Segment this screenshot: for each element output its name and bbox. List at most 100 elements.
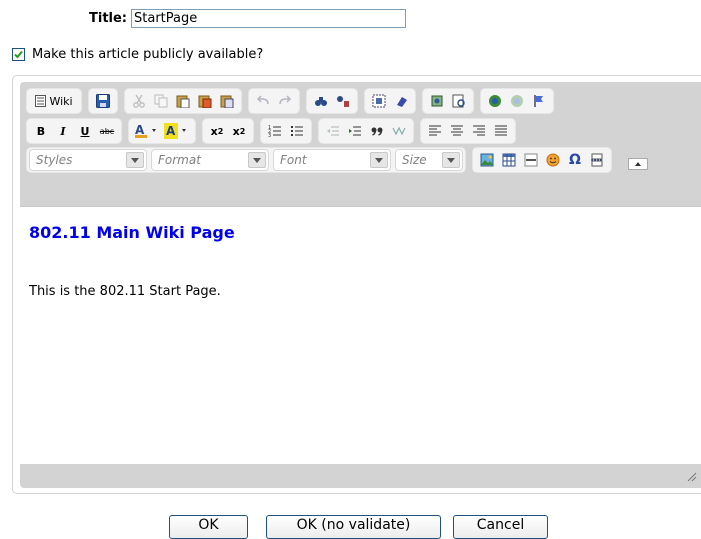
size-combo[interactable]: Size [395,149,463,171]
svg-text:3: 3 [268,133,271,138]
maximize-button[interactable] [427,91,447,111]
paste-text-button[interactable] [195,91,215,111]
align-left-icon [429,125,441,136]
title-label: Title: [89,10,128,26]
toolbar-group-history [248,88,300,114]
underline-button[interactable]: U [75,121,95,141]
align-right-button[interactable] [469,121,489,141]
anchor-button[interactable] [529,91,549,111]
unlink-button[interactable] [507,91,527,111]
toolbar-group-insert: Ω [472,147,612,173]
ok-no-validate-button[interactable]: OK (no validate) [266,515,441,539]
editor-frame: Wiki B I U abc A A x 2 x 2 1 2 3 Styles … [20,82,701,488]
align-left-button[interactable] [425,121,445,141]
text-color-button[interactable]: A [133,121,161,141]
toolbar-group-colors: A A [128,118,196,144]
bold-button[interactable]: B [31,121,51,141]
find-replace-icon [337,96,349,107]
toolbar-row-3: Styles Format Font Size Ω [26,146,649,174]
superscript-button[interactable]: x2 [229,121,249,141]
unlink-icon [511,95,523,107]
chevron-down-icon [442,152,460,168]
italic-button[interactable]: I [53,121,73,141]
numbered-list-button[interactable]: 123 [265,121,285,141]
replace-button[interactable] [333,91,353,111]
link-button[interactable] [485,91,505,111]
resize-grip-icon[interactable] [685,470,697,482]
flag-icon [534,95,543,107]
strike-button[interactable]: abc [97,121,117,141]
align-center-button[interactable] [447,121,467,141]
paste-word-button[interactable] [217,91,237,111]
public-checkbox-label: Make this article publicly available? [32,47,264,62]
svg-text:A: A [135,123,145,137]
public-checkbox-row[interactable]: Make this article publicly available? [12,47,263,62]
svg-text:A: A [166,124,176,138]
page-break-button[interactable] [587,150,607,170]
paste-button[interactable] [173,91,193,111]
wiki-button-label: Wiki [49,94,73,108]
smiley-button[interactable] [543,150,563,170]
toolbar-group-combos: Styles Format Font Size [26,147,466,173]
cut-button[interactable] [129,91,149,111]
toolbar-group-select [364,88,416,114]
background-color-button[interactable]: A [163,121,191,141]
redo-button[interactable] [275,91,295,111]
preview-button[interactable] [449,91,469,111]
image-icon [480,153,494,167]
select-all-button[interactable] [369,91,389,111]
background-color-icon: A [164,123,186,139]
toolbar-group-links [480,88,554,114]
collapse-toolbar-button[interactable] [628,158,648,170]
bulleted-list-button[interactable] [287,121,307,141]
div-container-button[interactable] [389,121,409,141]
toolbar-group-basic: B I U abc [26,118,122,144]
styles-combo-label: Styles [36,153,73,167]
wiki-page-icon [35,95,47,107]
find-button[interactable] [311,91,331,111]
copy-button[interactable] [151,91,171,111]
chevron-up-icon [635,162,641,166]
horizontal-rule-icon [524,153,538,167]
redo-icon [279,95,292,105]
align-right-icon [473,125,485,136]
format-combo-label: Format [158,153,201,167]
blockquote-button[interactable] [367,121,387,141]
outdent-button[interactable] [323,121,343,141]
table-icon [502,153,516,167]
subscript-button[interactable]: x2 [207,121,227,141]
paste-icon [176,95,190,108]
align-justify-icon [495,125,507,136]
table-button[interactable] [499,150,519,170]
font-combo-label: Font [280,153,307,167]
text-color-icon: A [135,123,156,138]
undo-button[interactable] [253,91,273,111]
page-break-icon [591,153,603,167]
font-combo[interactable]: Font [273,149,391,171]
public-checkbox[interactable] [12,48,25,61]
special-char-button[interactable]: Ω [565,150,585,170]
remove-format-button[interactable] [391,91,411,111]
indent-button[interactable] [345,121,365,141]
wiki-button[interactable]: Wiki [31,91,77,111]
toolbar-group-clipboard [124,88,242,114]
styles-combo[interactable]: Styles [29,149,147,171]
horizontal-rule-button[interactable] [521,150,541,170]
undo-icon [256,95,269,105]
cancel-button[interactable]: Cancel [453,515,548,539]
toolbar-group-view [422,88,474,114]
content-paragraph: This is the 802.11 Start Page. [29,284,221,299]
title-input[interactable] [131,8,407,28]
align-justify-button[interactable] [491,121,511,141]
smiley-icon [546,153,560,167]
toolbar-group-wiki: Wiki [26,88,82,114]
outdent-icon [327,126,339,136]
size-combo-label: Size [402,153,427,167]
format-combo[interactable]: Format [151,149,269,171]
editor-content[interactable]: 802.11 Main Wiki Page This is the 802.11… [20,206,701,464]
ok-button[interactable]: OK [169,515,248,539]
toolbar-group-find [306,88,358,114]
image-button[interactable] [477,150,497,170]
save-button[interactable] [93,91,113,111]
dialog-buttons: OK OK (no validate) Cancel [169,515,548,539]
